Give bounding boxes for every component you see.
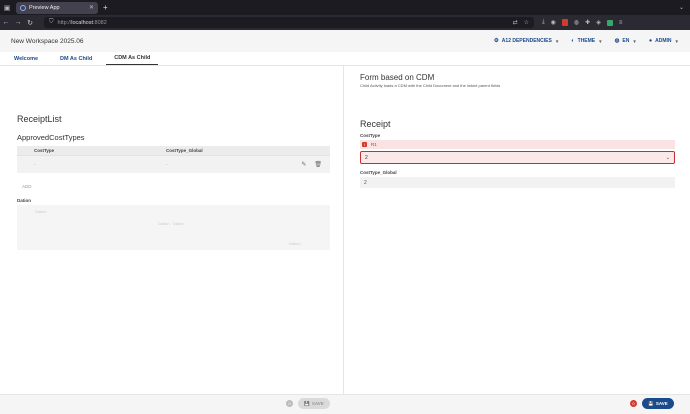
save-label: SAVE (655, 401, 668, 406)
favicon-icon (20, 4, 26, 11)
language-menu[interactable]: ◍ EN ▼ (615, 38, 637, 44)
translate-icon[interactable]: ⇄ (513, 19, 518, 26)
user-label: ADMIN (655, 38, 672, 44)
save-icon: 💾 (304, 400, 310, 406)
save-icon: 💾 (648, 400, 654, 406)
url-host: localhost (71, 19, 93, 26)
dependencies-icon: ⚙ (493, 38, 499, 44)
footer: 0 💾 SAVE 0 💾 SAVE (0, 394, 690, 414)
browser-navbar: ← → ↻ ⛉ http:// localhost :8082 ⇄ ☆ ⤓ ◉ … (0, 15, 690, 30)
costtype-global-label: CostType_Global (360, 170, 397, 175)
validation-error: ! R1 (360, 140, 675, 149)
browser-tab-title: Preview App (29, 4, 60, 11)
add-button[interactable]: ADD (22, 184, 32, 189)
url-port: :8082 (93, 19, 107, 26)
bookmark-star-icon[interactable]: ☆ (524, 19, 529, 26)
dation-placeholder: Dation (289, 241, 301, 246)
error-count-badge: 0 (630, 400, 637, 407)
globe-icon: ◍ (614, 38, 620, 44)
dation-placeholder: Dation Dation (158, 221, 185, 226)
reload-icon[interactable]: ↻ (24, 19, 36, 27)
chevron-down-icon: ▼ (674, 38, 679, 44)
approved-cost-types-table: CostType CostType_Global - - ✎ 🗑 (17, 146, 330, 173)
url-scheme: http:// (57, 19, 72, 26)
edit-icon[interactable]: ✎ (301, 161, 306, 168)
form-subtitle: Child Activity loads a CDM with the Chil… (360, 83, 501, 88)
shield-extension-icon[interactable]: ◈ (596, 19, 601, 26)
chevron-down-icon: ▼ (632, 38, 637, 44)
app-header: New Workspace 2025.06 ⚙ A12 DEPENDENCIES… (0, 30, 690, 52)
extension-puzzle-icon[interactable]: ✚ (585, 19, 590, 26)
dation-label: Dation (17, 198, 31, 203)
dependencies-label: A12 DEPENDENCIES (501, 38, 552, 44)
costtype-select[interactable]: 2 ⌄ (360, 151, 675, 164)
back-icon[interactable]: ← (0, 19, 12, 26)
language-label: EN (622, 38, 630, 44)
workspace-title: New Workspace 2025.06 (11, 37, 84, 45)
cell-costtype-global: - (166, 162, 168, 167)
forward-icon[interactable]: → (12, 19, 24, 26)
chevron-down-icon: ▼ (598, 38, 603, 44)
costtype-global-value: 2 (364, 179, 367, 186)
column-header-costtype[interactable]: CostType (34, 148, 166, 153)
tab-welcome[interactable]: Welcome (6, 52, 46, 65)
user-icon: ● (648, 38, 653, 44)
approved-cost-types-title: ApprovedCostTypes (17, 133, 85, 142)
tab-cdm-as-child[interactable]: CDM As Child (106, 52, 159, 65)
dation-placeholder: Dation (35, 209, 47, 214)
tab-list-chevron-icon[interactable]: ⌄ (679, 4, 684, 11)
theme-label: THEME (577, 38, 596, 44)
theme-menu[interactable]: ◐ THEME ▼ (571, 38, 602, 44)
receipt-title: Receipt (360, 119, 391, 129)
save-button-disabled: 💾 SAVE (298, 398, 330, 409)
account-icon[interactable]: ◉ (551, 19, 556, 26)
receipt-list-title: ReceiptList (17, 114, 62, 124)
dependencies-menu[interactable]: ⚙ A12 DEPENDENCIES ▼ (494, 38, 559, 44)
column-header-costtype-global[interactable]: CostType_Global (166, 148, 203, 153)
costtype-global-field: 2 (360, 177, 675, 188)
url-bar[interactable]: ⛉ http:// localhost :8082 ⇄ ☆ (44, 17, 534, 28)
status-badge: 0 (286, 400, 293, 407)
close-icon[interactable]: ✕ (89, 4, 94, 11)
left-panel: ReceiptList ApprovedCostTypes CostType C… (0, 66, 344, 394)
tab-dm-as-child[interactable]: DM As Child (52, 52, 100, 65)
error-icon: ! (362, 142, 367, 147)
browser-tab[interactable]: Preview App ✕ (16, 1, 98, 14)
new-tab-icon[interactable]: + (103, 3, 108, 12)
theme-icon: ◐ (571, 38, 575, 44)
download-icon[interactable]: ⤓ (542, 19, 545, 26)
table-row[interactable]: - - ✎ 🗑 (17, 155, 330, 173)
trash-icon[interactable]: 🗑 (314, 161, 322, 168)
costtype-label: CostType (360, 133, 381, 138)
save-label: SAVE (311, 401, 324, 406)
extension-red-icon[interactable] (561, 19, 568, 26)
right-panel: Form based on CDM Child Activity loads a… (345, 66, 690, 394)
browser-tabbar: ▣ Preview App ✕ + ⌄ (0, 0, 690, 15)
browser-menu-icon[interactable]: ▣ (0, 0, 14, 15)
app-tabs: Welcome DM As Child CDM As Child (0, 52, 690, 66)
shield-icon: ⛉ (49, 19, 54, 25)
cell-costtype: - (34, 162, 36, 167)
form-title: Form based on CDM (360, 73, 435, 82)
chevron-down-icon: ▼ (554, 38, 560, 44)
extension-icon[interactable]: ◍ (574, 19, 579, 26)
costtype-value: 2 (365, 154, 368, 161)
table-header: CostType CostType_Global (17, 146, 330, 155)
menu-icon[interactable]: ≡ (619, 20, 623, 26)
dation-field[interactable]: Dation Dation Dation Dation (17, 205, 330, 250)
save-button[interactable]: 💾 SAVE (642, 398, 674, 409)
chevron-down-icon: ⌄ (665, 154, 670, 161)
extension-green-icon[interactable] (606, 19, 613, 26)
user-menu[interactable]: ● ADMIN ▼ (649, 38, 679, 44)
error-text: R1 (371, 142, 377, 147)
